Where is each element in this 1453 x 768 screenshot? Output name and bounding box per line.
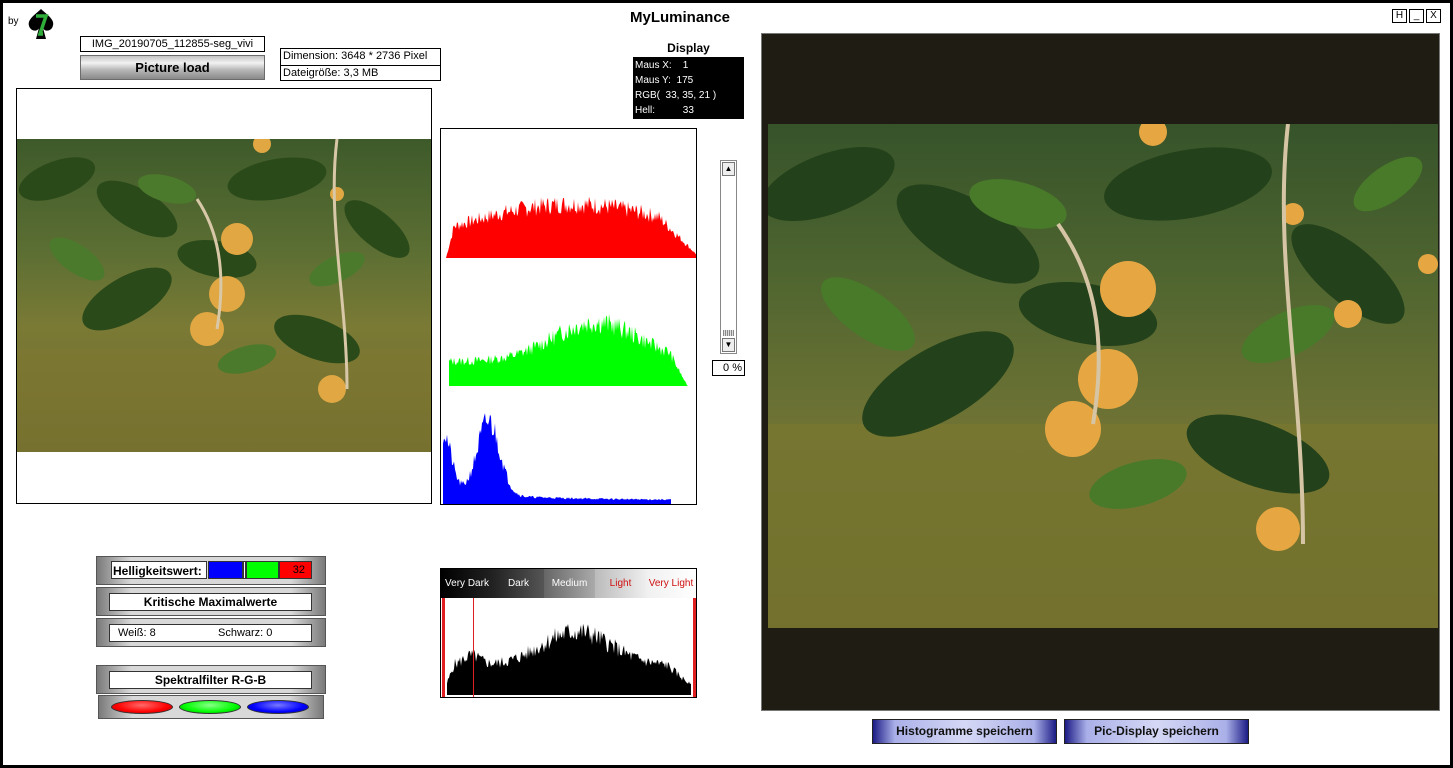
preview-image-frame[interactable] <box>16 88 432 504</box>
zone-light: Light <box>595 569 646 598</box>
weiss-schwarz-row: Weiß: 8 Schwarz: 0 <box>109 624 312 642</box>
rgb-histogram-panel <box>440 128 697 505</box>
kritische-maximalwerte-label: Kritische Maximalwerte <box>109 593 312 611</box>
pic-display-frame[interactable] <box>761 33 1440 711</box>
red-histogram <box>446 196 696 258</box>
spektralfilter-label: Spektralfilter R-G-B <box>109 671 312 689</box>
rgb-readout: RGB( 33, 35, 21 ) <box>635 90 717 101</box>
zone-very-dark: Very Dark <box>441 569 493 598</box>
pic-display-photo <box>768 124 1438 628</box>
kritische-maximalwerte-button[interactable]: Kritische Maximalwerte <box>96 587 326 616</box>
filesize-text: Dateigröße: 3,3 MB <box>281 65 440 81</box>
preview-photo <box>17 139 431 452</box>
maus-y-readout: Maus Y: 175 <box>635 75 694 86</box>
red-filter-button[interactable] <box>111 700 173 714</box>
blue-histogram <box>443 413 671 504</box>
luminance-zone-histogram: Very Dark Dark Medium Light Very Light <box>440 568 697 698</box>
helligkeitswert-value: 32 <box>279 561 312 579</box>
hell-readout: Hell: 33 <box>635 105 694 116</box>
save-histograms-button[interactable]: Histogramme speichern <box>872 719 1057 744</box>
scroll-percent: 0 % <box>712 360 745 376</box>
threshold-marker-1 <box>473 598 474 697</box>
help-button[interactable]: H <box>1392 9 1407 23</box>
helligkeitswert-panel[interactable]: Helligkeitswert: 32 <box>96 556 326 585</box>
maus-x-readout: Maus X: 1 <box>635 60 689 71</box>
threshold-marker-0 <box>442 598 445 697</box>
schwarz-count: Schwarz: 0 <box>218 627 273 639</box>
display-label: Display <box>667 41 710 55</box>
zone-medium: Medium <box>544 569 595 598</box>
spektralfilter-button[interactable]: Spektralfilter R-G-B <box>96 665 326 694</box>
file-info-box: Dimension: 3648 * 2736 Pixel Dateigröße:… <box>280 48 441 81</box>
spade-logo-icon <box>28 9 54 39</box>
dimension-text: Dimension: 3648 * 2736 Pixel <box>283 50 428 62</box>
green-histogram <box>449 314 694 386</box>
luminance-histogram <box>447 623 691 695</box>
green-swatch <box>246 561 279 579</box>
display-readout: Maus X: 1 Maus Y: 175 RGB( 33, 35, 21 ) … <box>633 57 744 119</box>
rgb-filter-bar <box>98 695 324 719</box>
picture-load-button[interactable]: Picture load <box>80 55 265 80</box>
scroll-thumb[interactable] <box>723 330 734 336</box>
helligkeitswert-label: Helligkeitswert: <box>111 561 207 579</box>
vertical-scrollbar[interactable]: ▲ ▼ <box>720 160 737 354</box>
zone-dark: Dark <box>493 569 544 598</box>
threshold-marker-2 <box>693 598 696 697</box>
app-title: MyLuminance <box>629 9 731 26</box>
blue-swatch <box>208 561 243 579</box>
weiss-count: Weiß: 8 <box>118 627 156 639</box>
scroll-up-icon[interactable]: ▲ <box>722 162 735 176</box>
zone-very-light: Very Light <box>646 569 696 598</box>
scroll-down-icon[interactable]: ▼ <box>722 338 735 352</box>
weiss-schwarz-panel: Weiß: 8 Schwarz: 0 <box>96 618 326 647</box>
green-filter-button[interactable] <box>179 700 241 714</box>
save-picdisplay-button[interactable]: Pic-Display speichern <box>1064 719 1249 744</box>
blue-filter-button[interactable] <box>247 700 309 714</box>
by-label: by <box>8 16 19 27</box>
filename-field: IMG_20190705_112855-seg_vivi <box>80 36 265 52</box>
minimize-button[interactable]: _ <box>1409 9 1424 23</box>
close-button[interactable]: X <box>1426 9 1441 23</box>
